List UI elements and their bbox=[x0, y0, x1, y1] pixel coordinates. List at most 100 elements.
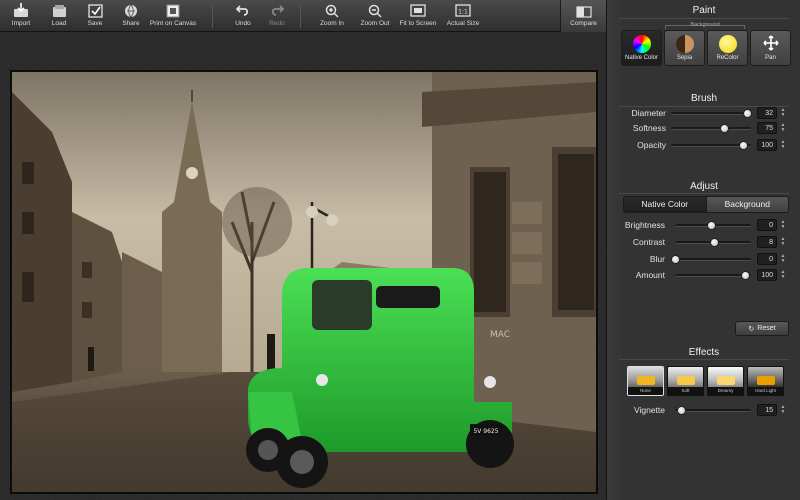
compare-button[interactable]: Compare bbox=[560, 0, 606, 32]
brightness-value-field[interactable]: 0 bbox=[757, 219, 777, 231]
amount-value-field[interactable]: 100 bbox=[757, 269, 777, 281]
brightness-label: Brightness bbox=[624, 220, 665, 230]
svg-text:MAC: MAC bbox=[490, 330, 510, 340]
redo-button[interactable]: Redo bbox=[266, 2, 288, 30]
softness-slider-knob[interactable] bbox=[720, 124, 729, 133]
softness-stepper[interactable]: ▲ ▼ bbox=[780, 123, 786, 134]
undo-label: Undo bbox=[235, 20, 251, 27]
undo-button[interactable]: Undo bbox=[232, 2, 254, 30]
recolor-icon bbox=[718, 35, 737, 53]
toolbar-divider bbox=[212, 4, 213, 28]
fit-screen-button[interactable]: Fit to Screen bbox=[398, 2, 438, 30]
effect-thumbnail bbox=[748, 367, 783, 389]
zoom-out-button[interactable]: Zoom Out bbox=[360, 2, 390, 30]
opacity-label: Opacity bbox=[637, 140, 666, 150]
softness-slider-track[interactable] bbox=[671, 127, 751, 130]
effect-soft[interactable]: Soft bbox=[667, 366, 704, 396]
save-button[interactable]: Save bbox=[84, 2, 106, 30]
canvas-area[interactable]: MAC 5V 9625 bbox=[0, 32, 606, 500]
amount-stepper[interactable]: ▲ ▼ bbox=[780, 270, 786, 281]
blur-row: Blur 0 ▲ ▼ bbox=[607, 253, 800, 267]
reset-button[interactable]: ↻ Reset bbox=[735, 321, 789, 336]
effect-dreamy[interactable]: Dreamy bbox=[707, 366, 744, 396]
amount-slider-knob[interactable] bbox=[741, 271, 750, 280]
reset-label: Reset bbox=[757, 325, 776, 332]
load-label: Load bbox=[51, 20, 67, 27]
vignette-value-field[interactable]: 15 bbox=[757, 404, 777, 416]
effect-thumbnail bbox=[708, 367, 743, 389]
vignette-slider-track[interactable] bbox=[675, 409, 751, 412]
softness-row: Softness 75 ▲ ▼ bbox=[607, 122, 800, 136]
diameter-slider-knob[interactable] bbox=[743, 109, 752, 118]
zoom-in-button[interactable]: Zoom In bbox=[318, 2, 346, 30]
share-label: Share bbox=[122, 20, 140, 27]
effects-presets: None Soft Dreamy Hard Light bbox=[627, 366, 785, 396]
softness-value-field[interactable]: 75 bbox=[757, 122, 777, 134]
brightness-slider-knob[interactable] bbox=[707, 221, 716, 230]
import-icon bbox=[13, 2, 29, 19]
vignette-stepper[interactable]: ▲ ▼ bbox=[780, 405, 786, 416]
background-caption: Background bbox=[690, 22, 720, 28]
amount-slider-track[interactable] bbox=[675, 274, 751, 277]
brush-section-title: Brush bbox=[690, 93, 718, 104]
sepia-button[interactable]: Sepia bbox=[664, 30, 705, 66]
contrast-row: Contrast 8 ▲ ▼ bbox=[607, 236, 800, 250]
opacity-stepper[interactable]: ▲ ▼ bbox=[780, 140, 786, 151]
tab-background[interactable]: Background bbox=[705, 197, 788, 212]
native-color-button[interactable]: Native Color bbox=[621, 30, 662, 66]
fit-screen-icon bbox=[410, 2, 426, 19]
contrast-value-field[interactable]: 8 bbox=[757, 236, 777, 248]
blur-slider-track[interactable] bbox=[675, 258, 751, 261]
print-canvas-button[interactable]: Print on Canvas bbox=[150, 2, 196, 30]
save-icon bbox=[87, 2, 103, 19]
pan-button[interactable]: Pan bbox=[750, 30, 791, 66]
pan-icon bbox=[762, 35, 779, 53]
zoom-out-label: Zoom Out bbox=[360, 20, 390, 27]
effect-hard-light[interactable]: Hard Light bbox=[747, 366, 784, 396]
share-button[interactable]: Share bbox=[118, 2, 144, 30]
softness-label: Softness bbox=[632, 123, 666, 133]
redo-label: Redo bbox=[269, 20, 285, 27]
opacity-slider-knob[interactable] bbox=[739, 141, 748, 150]
effect-label: Soft bbox=[668, 387, 703, 395]
contrast-label: Contrast bbox=[632, 237, 665, 247]
divider bbox=[619, 359, 789, 360]
native-color-label: Native Color bbox=[624, 55, 658, 61]
adjust-section-title: Adjust bbox=[690, 181, 718, 192]
recolor-button[interactable]: ReColor bbox=[707, 30, 748, 66]
effect-none[interactable]: None bbox=[627, 366, 664, 396]
actual-size-icon: 1:1 bbox=[455, 2, 471, 19]
blur-slider-knob[interactable] bbox=[671, 255, 680, 264]
vignette-slider-knob[interactable] bbox=[677, 406, 686, 415]
adjust-target-toggle: Native Color Background bbox=[623, 196, 789, 213]
blur-stepper[interactable]: ▲ ▼ bbox=[780, 254, 786, 265]
undo-icon bbox=[236, 2, 250, 19]
brightness-stepper[interactable]: ▲ ▼ bbox=[780, 220, 786, 231]
zoom-out-icon bbox=[368, 2, 382, 19]
share-icon bbox=[124, 2, 138, 19]
import-label: Import bbox=[11, 20, 31, 27]
import-button[interactable]: Import bbox=[8, 2, 34, 30]
sepia-icon bbox=[675, 35, 694, 53]
contrast-slider-knob[interactable] bbox=[710, 238, 719, 247]
tab-native-color[interactable]: Native Color bbox=[624, 197, 706, 212]
toolbar-divider bbox=[300, 4, 301, 28]
reset-icon: ↻ bbox=[748, 325, 755, 333]
recolor-label: ReColor bbox=[716, 55, 739, 61]
photo-canvas[interactable]: MAC 5V 9625 bbox=[10, 70, 598, 494]
paint-mode-group: Native Color Sepia ReColor Pan bbox=[621, 30, 791, 66]
diameter-stepper[interactable]: ▲ ▼ bbox=[780, 108, 786, 119]
opacity-value-field[interactable]: 100 bbox=[757, 139, 777, 151]
load-icon bbox=[52, 2, 67, 19]
street-photo: MAC 5V 9625 bbox=[12, 72, 596, 492]
effect-thumbnail bbox=[628, 367, 663, 389]
actual-size-label: Actual Size bbox=[446, 20, 480, 27]
compare-icon bbox=[575, 5, 592, 18]
blur-value-field[interactable]: 0 bbox=[757, 253, 777, 265]
diameter-value-field[interactable]: 32 bbox=[757, 107, 777, 119]
contrast-stepper[interactable]: ▲ ▼ bbox=[780, 237, 786, 248]
load-button[interactable]: Load bbox=[48, 2, 70, 30]
actual-size-button[interactable]: 1:1 Actual Size bbox=[446, 2, 480, 30]
print-canvas-icon bbox=[166, 2, 180, 19]
diameter-slider-track[interactable] bbox=[671, 112, 751, 115]
